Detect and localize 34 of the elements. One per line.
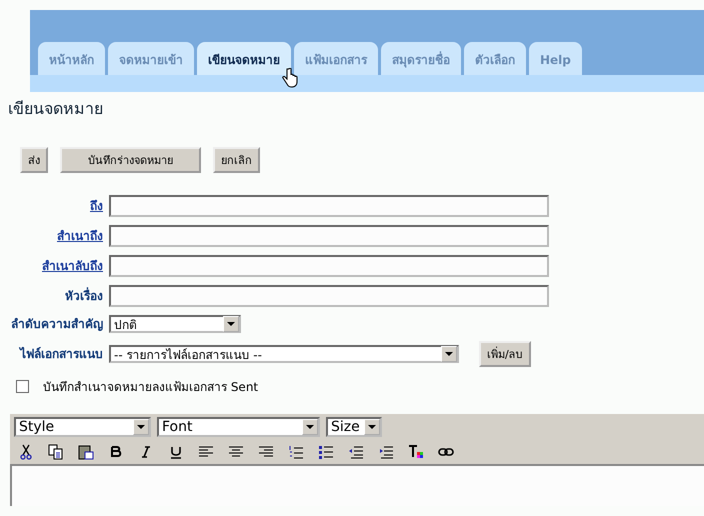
- field-label-link[interactable]: สำเนาลับถึง: [42, 260, 103, 274]
- priority-select[interactable]: ปกติ: [109, 315, 241, 333]
- bullet-list-icon[interactable]: [318, 444, 334, 460]
- field-label-link[interactable]: ถึง: [90, 200, 103, 214]
- paste-icon[interactable]: [78, 444, 94, 460]
- copy-icon[interactable]: [48, 444, 64, 460]
- field-label: ไฟล์เอกสารแนบ: [20, 348, 103, 362]
- bold-icon[interactable]: [108, 444, 124, 460]
- outdent-icon[interactable]: [348, 444, 364, 460]
- hand-cursor-icon: [282, 68, 298, 88]
- action-button[interactable]: ยกเลิก: [213, 147, 260, 173]
- underline-icon[interactable]: [168, 444, 184, 460]
- checkbox-label: บันทึกสำเนาจดหมายลงแฟ้มเอกสาร Sent: [43, 379, 258, 396]
- input-field[interactable]: [109, 195, 549, 217]
- field-label: หัวเรื่อง: [65, 290, 103, 304]
- input-field[interactable]: [109, 285, 549, 307]
- attachment-select[interactable]: -- รายการไฟล์เอกสารแนบ --: [109, 345, 459, 363]
- numbered-list-icon[interactable]: [288, 444, 304, 460]
- format-select[interactable]: Size: [326, 417, 382, 437]
- cut-icon[interactable]: [18, 444, 34, 460]
- field-label: ลำดับความสำคัญ: [11, 318, 103, 332]
- tab[interactable]: เขียนจดหมาย: [197, 42, 291, 75]
- action-button[interactable]: ส่ง: [20, 147, 48, 173]
- text-color-icon[interactable]: [408, 444, 424, 460]
- action-button[interactable]: บันทึกร่างจดหมาย: [60, 147, 201, 173]
- page-title: เขียนจดหมาย: [7, 98, 104, 120]
- indent-icon[interactable]: [378, 444, 394, 460]
- input-field[interactable]: [109, 225, 549, 247]
- add-remove-button[interactable]: เพิ่ม/ลบ: [479, 341, 531, 367]
- format-select[interactable]: Style: [14, 417, 151, 437]
- format-select[interactable]: Font: [157, 417, 320, 437]
- field-label-link[interactable]: สำเนาถึง: [57, 230, 103, 244]
- checkbox[interactable]: [16, 380, 29, 393]
- input-field[interactable]: [109, 255, 549, 277]
